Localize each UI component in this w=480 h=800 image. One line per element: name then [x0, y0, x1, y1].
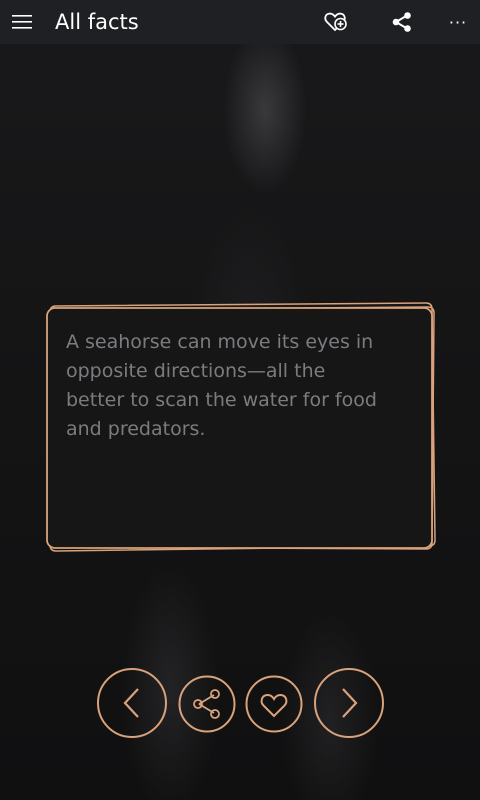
favorite-fact-button[interactable] — [245, 675, 303, 733]
chevron-right-icon — [314, 668, 384, 738]
fact-text: A seahorse can move its eyes in opposite… — [66, 331, 377, 440]
share-button[interactable] — [380, 0, 424, 44]
heart-icon — [245, 675, 303, 733]
previous-fact-button[interactable] — [96, 667, 168, 739]
app-bar: All facts ··· — [0, 0, 480, 44]
chevron-left-icon — [97, 668, 167, 738]
heart-plus-icon — [324, 12, 347, 32]
share-fact-button[interactable] — [178, 675, 236, 733]
more-icon: ··· — [448, 12, 468, 32]
more-options-button[interactable]: ··· — [436, 0, 480, 44]
hamburger-menu-button[interactable] — [0, 0, 44, 44]
share-icon — [392, 12, 411, 32]
hamburger-icon — [12, 15, 32, 29]
add-favorite-button[interactable] — [314, 0, 358, 44]
page-title: All facts — [55, 10, 139, 34]
next-fact-button[interactable] — [313, 667, 385, 739]
share-icon — [178, 675, 236, 733]
